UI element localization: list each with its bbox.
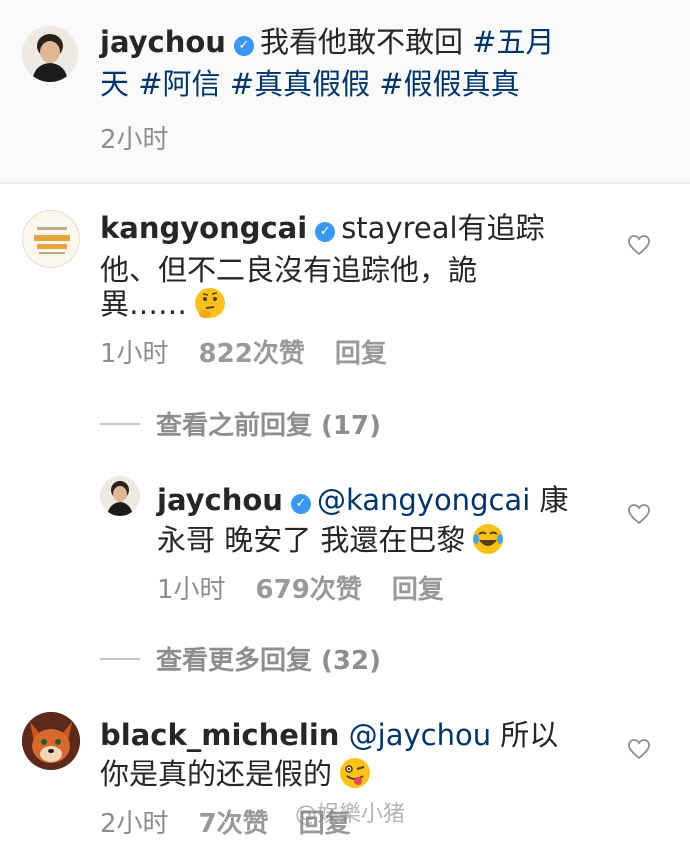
hashtag-jiajia[interactable]: #假假真真	[379, 67, 519, 101]
verified-badge-icon: ✓	[233, 36, 254, 56]
view-replies-label: 查看之前回复 (17)	[156, 411, 381, 441]
caption-line-2: 天 #阿信 #真真假假 #假假真真	[100, 62, 520, 106]
fox-character-icon	[22, 712, 80, 770]
caption-meta: 2小时	[100, 122, 199, 158]
watermark: @娱樂小猪	[295, 802, 406, 827]
like-count[interactable]: 822次赞	[199, 339, 305, 369]
comment-username[interactable]: black_michelin	[100, 718, 339, 752]
verified-badge-icon: ✓	[290, 494, 311, 514]
comment-text: stayreal有追踪	[341, 211, 545, 245]
divider	[100, 658, 140, 660]
book-cover-icon	[34, 227, 70, 254]
avatar[interactable]	[100, 476, 140, 516]
heart-icon[interactable]	[627, 502, 651, 526]
comment-username[interactable]: kangyongcai	[100, 211, 307, 245]
caption-username[interactable]: jaychou	[100, 25, 226, 59]
hashtag-axin[interactable]: #阿信	[138, 67, 220, 101]
hashtag-wuyue-cont[interactable]: 天	[100, 67, 129, 101]
like-count[interactable]: 7次赞	[199, 809, 269, 839]
avatar[interactable]	[22, 712, 80, 770]
mention-link[interactable]: @kangyongcai	[317, 483, 530, 517]
avatar[interactable]	[22, 210, 80, 268]
caption-text: 我看他敢不敢回	[259, 25, 473, 59]
profile-photo-icon	[22, 26, 78, 82]
hashtag-zhenzhen[interactable]: #真真假假	[230, 67, 370, 101]
post-caption: jaychou ✓ 我看他敢不敢回 #五月 天 #阿信 #真真假假 #假假真真 2小…	[0, 0, 690, 184]
like-count[interactable]: 679次赞	[256, 575, 362, 605]
hashtag-wuyue[interactable]: #五月	[472, 25, 554, 59]
comment-text-end: 你是真的还是假的	[100, 757, 333, 791]
comment-time: 2小时	[100, 809, 169, 839]
comment-text: 所以	[491, 718, 559, 752]
comment-text-end: 異……	[100, 287, 188, 321]
heart-icon[interactable]	[627, 233, 651, 257]
reply-button[interactable]: 回复	[335, 339, 387, 369]
view-replies-label: 查看更多回复 (32)	[156, 646, 381, 676]
comment-line-1: jaychou ✓ @kangyongcai 康	[157, 478, 568, 522]
comment-text: 康	[530, 483, 569, 517]
comment-meta: 1小时 822次赞 回复	[100, 336, 417, 372]
view-replies-button[interactable]: 查看之前回复 (17)	[100, 408, 381, 444]
comment-line-1: kangyongcai ✓ stayreal有追踪	[100, 206, 545, 250]
thinking-face-emoji	[195, 288, 226, 318]
comment-line-2: 永哥 晚安了 我還在巴黎	[157, 518, 505, 562]
verified-badge-icon: ✓	[315, 222, 336, 242]
heart-icon[interactable]	[627, 737, 651, 761]
comment-line-2: 你是真的还是假的	[100, 752, 372, 796]
comment-meta: 1小时 679次赞 回复	[157, 572, 474, 608]
avatar[interactable]	[22, 26, 78, 82]
comment-text-end: 永哥 晚安了 我還在巴黎	[157, 523, 466, 557]
view-more-replies-button[interactable]: 查看更多回复 (32)	[100, 643, 381, 679]
comment-line-1: black_michelin @jaychou 所以	[100, 713, 558, 757]
winking-tongue-emoji	[340, 758, 371, 788]
divider	[100, 423, 140, 425]
tears-of-joy-emoji	[473, 524, 504, 554]
comment-line-3: 異……	[100, 282, 227, 326]
mention-link[interactable]: @jaychou	[349, 718, 491, 752]
comment-time: 1小时	[157, 575, 226, 605]
reply-button[interactable]: 回复	[392, 575, 444, 605]
caption-line-1: jaychou ✓ 我看他敢不敢回 #五月	[100, 20, 554, 64]
comment-time: 1小时	[100, 339, 169, 369]
caption-time: 2小时	[100, 125, 169, 155]
comment-username[interactable]: jaychou	[157, 483, 283, 517]
profile-photo-icon	[100, 476, 140, 516]
